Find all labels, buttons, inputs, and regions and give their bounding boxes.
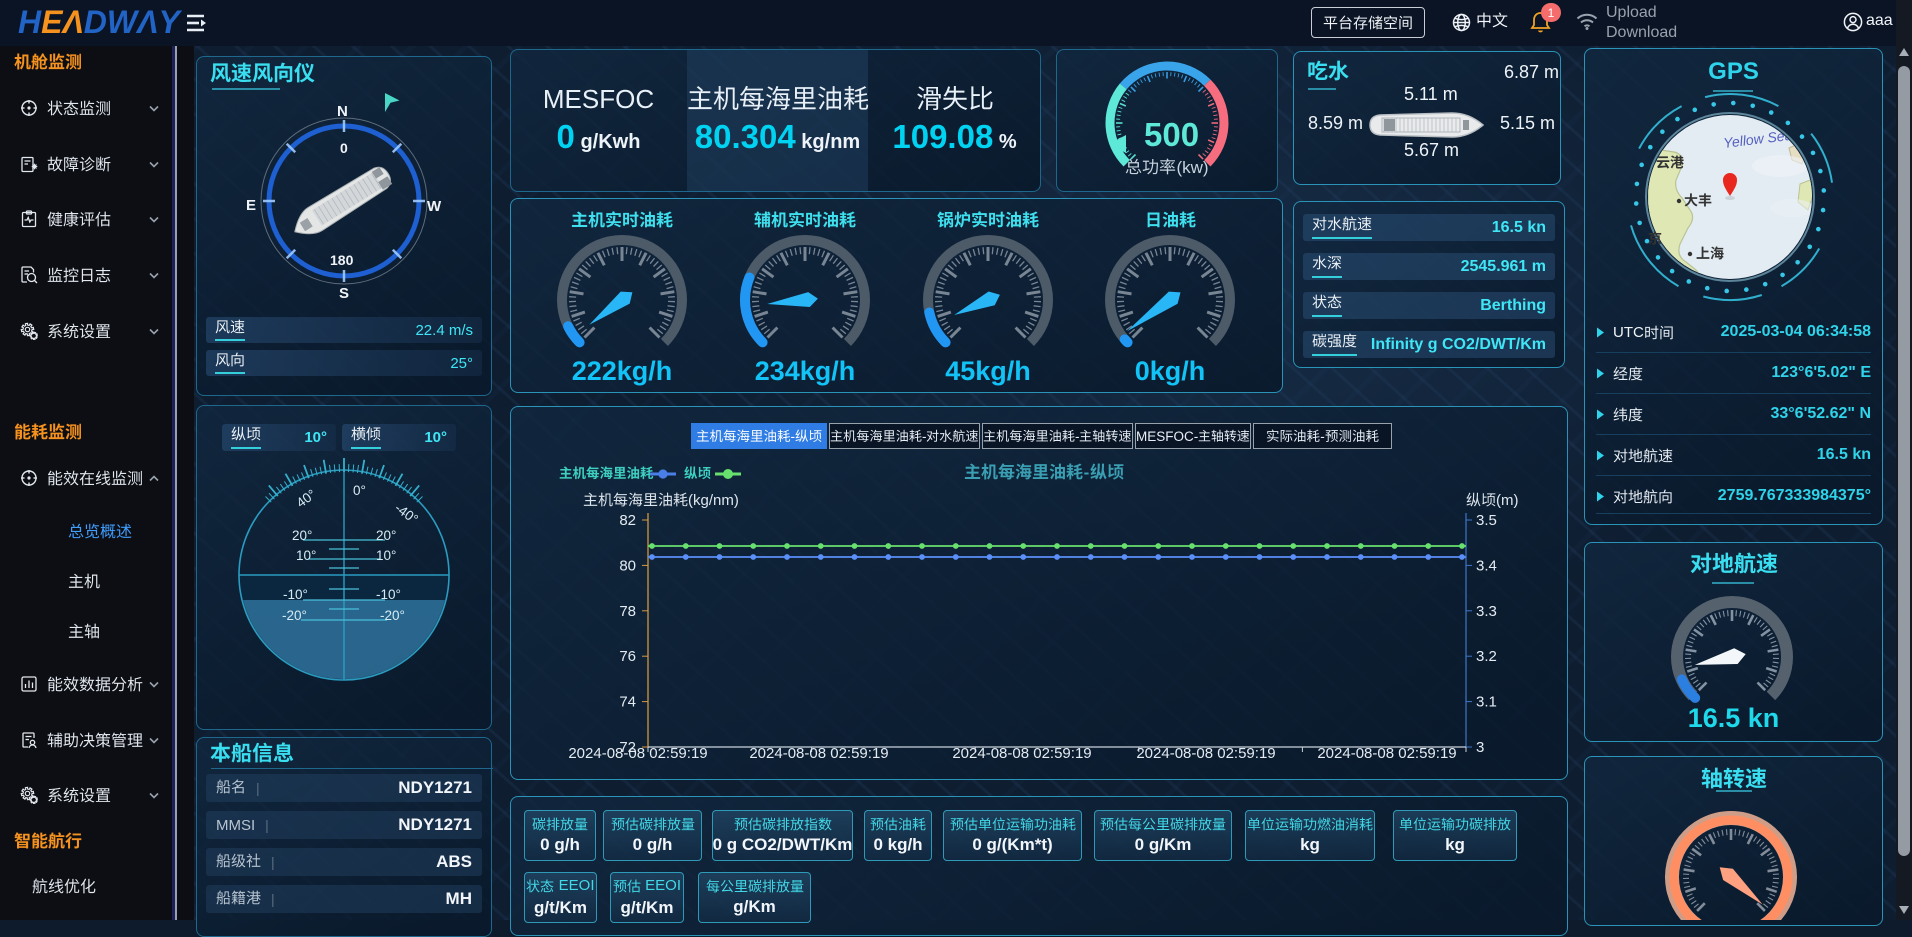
svg-text:3.5: 3.5	[1476, 512, 1497, 529]
svg-text:2024-08-08 02:59:19: 2024-08-08 02:59:19	[952, 745, 1091, 762]
svg-text:2024-08-08 02:59:19: 2024-08-08 02:59:19	[568, 745, 707, 762]
svg-text:2024-08-08 02:59:19: 2024-08-08 02:59:19	[1317, 745, 1456, 762]
svg-text:3: 3	[1476, 739, 1484, 756]
svg-text:3.2: 3.2	[1476, 648, 1497, 665]
svg-text:2024-08-08 02:59:19: 2024-08-08 02:59:19	[749, 745, 888, 762]
svg-text:82: 82	[619, 512, 636, 529]
svg-text:80: 80	[619, 557, 636, 574]
svg-text:3.1: 3.1	[1476, 694, 1497, 711]
svg-text:76: 76	[619, 648, 636, 665]
svg-text:2024-08-08 02:59:19: 2024-08-08 02:59:19	[1136, 745, 1275, 762]
svg-text:74: 74	[619, 694, 636, 711]
svg-text:3.3: 3.3	[1476, 603, 1497, 620]
svg-text:78: 78	[619, 603, 636, 620]
svg-text:3.4: 3.4	[1476, 557, 1497, 574]
